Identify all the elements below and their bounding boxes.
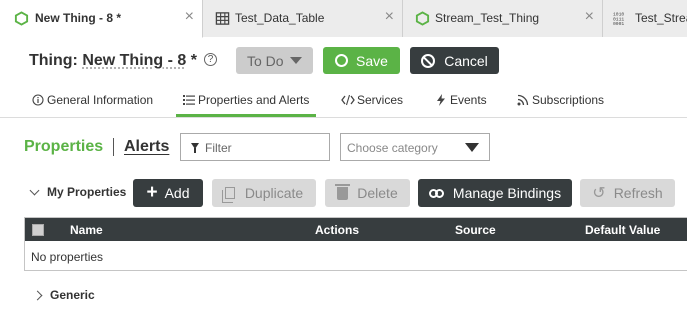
chevron-down-icon bbox=[30, 185, 40, 195]
chevron-right-icon bbox=[33, 290, 43, 300]
page-title: Thing: New Thing - 8 * bbox=[29, 52, 197, 70]
divider bbox=[113, 138, 114, 156]
svg-text:0001: 0001 bbox=[613, 21, 624, 26]
link-icon bbox=[429, 189, 444, 198]
title-prefix: Thing: bbox=[29, 52, 82, 69]
trash-icon bbox=[337, 187, 348, 200]
close-icon[interactable]: × bbox=[385, 9, 394, 25]
manage-bindings-label: Manage Bindings bbox=[453, 185, 561, 201]
category-placeholder: Choose category bbox=[347, 141, 438, 155]
close-icon[interactable]: × bbox=[185, 9, 194, 25]
table-icon bbox=[215, 11, 230, 26]
todo-dropdown-button[interactable]: To Do bbox=[236, 47, 313, 74]
tab-label: New Thing - 8 * bbox=[35, 11, 121, 25]
caret-down-icon bbox=[465, 143, 479, 152]
section-tabs: General Information Properties and Alert… bbox=[0, 84, 687, 118]
select-all-checkbox[interactable] bbox=[32, 224, 44, 236]
column-header-default-value[interactable]: Default Value bbox=[585, 223, 660, 237]
column-header-actions[interactable]: Actions bbox=[315, 223, 359, 237]
cancel-label: Cancel bbox=[444, 53, 488, 69]
tab-properties-and-alerts[interactable]: Properties and Alerts bbox=[183, 93, 309, 107]
generic-label: Generic bbox=[50, 288, 95, 302]
generic-toggle[interactable]: Generic bbox=[34, 288, 95, 302]
tab-stream-test-thing[interactable]: Stream_Test_Thing × bbox=[403, 0, 603, 37]
empty-table-message: No properties bbox=[31, 250, 103, 264]
rss-icon bbox=[517, 94, 529, 106]
save-label: Save bbox=[356, 53, 388, 69]
add-label: Add bbox=[165, 185, 190, 201]
tab-label: Events bbox=[450, 93, 487, 107]
add-button[interactable]: + Add bbox=[133, 179, 203, 207]
delete-label: Delete bbox=[357, 185, 397, 201]
group-label: My Properties bbox=[47, 185, 126, 199]
todo-label: To Do bbox=[247, 53, 284, 69]
hexagon-icon bbox=[14, 11, 29, 26]
ban-icon bbox=[421, 54, 435, 68]
tab-label: Test_Data_Table bbox=[235, 11, 324, 25]
manage-bindings-button[interactable]: Manage Bindings bbox=[418, 179, 572, 207]
column-header-source[interactable]: Source bbox=[455, 223, 496, 237]
bolt-icon bbox=[436, 94, 446, 106]
document-tab-strip: New Thing - 8 * × Test_Data_Table × Stre… bbox=[0, 0, 687, 37]
table-header: Name Actions Source Default Value bbox=[25, 218, 687, 241]
tab-label: Test_Strea bbox=[635, 11, 687, 25]
close-icon[interactable]: × bbox=[585, 9, 594, 25]
refresh-icon: ↺ bbox=[592, 183, 605, 203]
tab-general-information[interactable]: General Information bbox=[32, 93, 153, 107]
hexagon-icon bbox=[415, 11, 430, 26]
entity-header: Thing: New Thing - 8 * ? To Do Save Canc… bbox=[0, 38, 687, 84]
properties-table: Name Actions Source Default Value No pro… bbox=[24, 217, 687, 271]
caret-down-icon bbox=[290, 57, 302, 64]
save-button[interactable]: Save bbox=[323, 47, 400, 74]
tab-label: Subscriptions bbox=[532, 93, 604, 107]
tab-new-thing-8[interactable]: New Thing - 8 * × bbox=[0, 0, 203, 38]
info-icon bbox=[32, 94, 44, 106]
help-icon[interactable]: ? bbox=[204, 53, 217, 66]
tab-events[interactable]: Events bbox=[436, 93, 487, 107]
tab-test-data-table[interactable]: Test_Data_Table × bbox=[203, 0, 403, 37]
tab-subscriptions[interactable]: Subscriptions bbox=[517, 93, 604, 107]
tab-label: Stream_Test_Thing bbox=[435, 11, 539, 25]
properties-subtab[interactable]: Properties bbox=[24, 138, 103, 156]
code-icon bbox=[341, 94, 355, 106]
category-select[interactable]: Choose category bbox=[340, 133, 490, 161]
plus-icon: + bbox=[146, 185, 157, 201]
circle-icon bbox=[335, 54, 348, 67]
my-properties-toggle[interactable]: My Properties bbox=[31, 185, 126, 199]
delete-button[interactable]: Delete bbox=[325, 179, 410, 207]
active-tab-indicator bbox=[176, 114, 316, 117]
filter-field bbox=[180, 133, 330, 161]
unsaved-marker: * bbox=[186, 52, 197, 69]
cancel-button[interactable]: Cancel bbox=[410, 47, 499, 74]
list-icon bbox=[183, 94, 195, 106]
binary-icon: 1010 0111 0001 bbox=[613, 11, 628, 26]
refresh-label: Refresh bbox=[614, 185, 663, 201]
tab-services[interactable]: Services bbox=[341, 93, 403, 107]
duplicate-label: Duplicate bbox=[245, 185, 303, 201]
tab-label: Services bbox=[357, 93, 403, 107]
filter-input[interactable] bbox=[205, 139, 323, 156]
copy-icon bbox=[225, 187, 235, 199]
tab-test-stream[interactable]: 1010 0111 0001 Test_Strea bbox=[603, 0, 687, 37]
tab-label: General Information bbox=[47, 93, 153, 107]
refresh-button[interactable]: ↺ Refresh bbox=[580, 179, 675, 207]
tab-label: Properties and Alerts bbox=[198, 93, 309, 107]
column-header-name[interactable]: Name bbox=[70, 223, 103, 237]
thing-name[interactable]: New Thing - 8 bbox=[82, 52, 186, 69]
alerts-subtab[interactable]: Alerts bbox=[124, 138, 169, 156]
duplicate-button[interactable]: Duplicate bbox=[212, 179, 316, 207]
filter-icon bbox=[191, 143, 199, 149]
